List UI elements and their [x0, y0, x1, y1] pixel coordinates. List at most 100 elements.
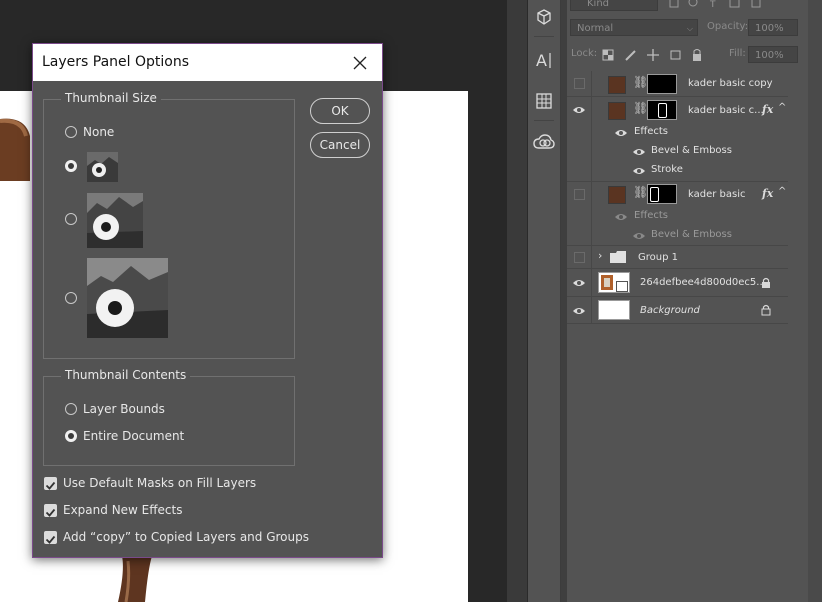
link-icon: ⛓	[633, 75, 649, 89]
panel-icon-strip: A	[528, 0, 561, 602]
close-icon	[353, 56, 367, 70]
layer-color-swatch	[608, 102, 626, 120]
lock-icons[interactable]	[602, 47, 712, 61]
fill-label: Fill:	[729, 48, 746, 59]
thumbnail-large-preview	[87, 258, 168, 338]
eye-icon	[573, 308, 585, 314]
fx-icon[interactable]: fx	[762, 103, 773, 116]
lock-label: Lock:	[571, 48, 598, 59]
checkbox-label: Expand New Effects	[63, 503, 183, 517]
visibility-toggle[interactable]	[567, 182, 592, 208]
eye-icon	[573, 107, 585, 113]
effects-group: Effects Bevel & Emboss	[567, 208, 788, 246]
eye-icon	[633, 233, 645, 239]
layer-thumbnail[interactable]	[598, 272, 630, 293]
checkbox-label: Add “copy” to Copied Layers and Groups	[63, 530, 309, 544]
visibility-toggle[interactable]	[567, 297, 592, 323]
layer-bounds-radio[interactable]	[65, 403, 77, 415]
expand-effects-checkbox[interactable]	[44, 504, 57, 517]
opacity-input[interactable]: 100%	[748, 19, 798, 36]
opacity-label: Opacity:	[707, 21, 749, 32]
dialog-titlebar[interactable]: Layers Panel Options	[33, 44, 382, 81]
layer-mask-thumbnail[interactable]	[647, 100, 677, 120]
visibility-toggle[interactable]	[567, 71, 592, 96]
fill-value: 100%	[755, 50, 784, 61]
layer-row[interactable]: ⛓ kader basic c... fx ^	[567, 97, 788, 124]
chevron-down-icon: ⌵	[686, 24, 693, 33]
radio-label: Entire Document	[83, 429, 185, 443]
collapse-arrow-icon[interactable]: ^	[778, 102, 786, 113]
radio-label: None	[83, 125, 115, 139]
thumbnail-small-radio[interactable]	[65, 160, 77, 172]
layer-mask-thumbnail[interactable]	[647, 74, 677, 94]
radio-label: Layer Bounds	[83, 402, 165, 416]
layer-name: 264defbee4d800d0ec5...	[640, 277, 766, 288]
group-title: Thumbnail Contents	[61, 368, 191, 382]
chevron-right-icon[interactable]: ›	[598, 249, 602, 262]
layer-color-swatch	[608, 186, 626, 204]
fx-icon[interactable]: fx	[762, 187, 773, 200]
layers-scrollbar[interactable]	[808, 0, 822, 602]
effects-eye-column	[567, 124, 592, 181]
default-masks-checkbox[interactable]	[44, 477, 57, 490]
layer-row[interactable]: Background	[567, 297, 788, 324]
link-icon: ⛓	[633, 185, 649, 199]
cancel-button[interactable]: Cancel	[310, 132, 370, 158]
entire-document-radio[interactable]	[65, 430, 77, 442]
layer-thumbnail[interactable]	[598, 300, 630, 320]
visibility-toggle[interactable]	[567, 97, 592, 124]
effects-eye-column	[567, 208, 592, 245]
dialog-title: Layers Panel Options	[42, 54, 190, 70]
layer-name: kader basic c...	[688, 105, 764, 116]
close-button[interactable]	[349, 52, 371, 74]
layer-row[interactable]: ⛓ kader basic fx ^	[567, 182, 788, 208]
layer-row[interactable]: 264defbee4d800d0ec5...	[567, 269, 788, 297]
thumbnail-contents-group	[43, 376, 295, 466]
layer-name: kader basic copy	[688, 78, 773, 89]
layer-mask-thumbnail[interactable]	[647, 184, 677, 204]
blend-mode-select[interactable]: Normal ⌵	[570, 19, 698, 36]
thumbnail-medium-preview	[87, 193, 143, 248]
layer-color-swatch	[608, 76, 626, 94]
lock-icon	[762, 277, 770, 288]
checkmark-icon	[45, 508, 56, 517]
thumbnail-size-group	[43, 99, 295, 359]
effect-item: Bevel & Emboss	[651, 229, 732, 240]
kind-filter[interactable]: Kind	[570, 0, 658, 11]
thumbnail-small-preview	[87, 152, 118, 182]
layer-row[interactable]: › Group 1	[567, 246, 788, 269]
layer-row[interactable]: ⛓ kader basic copy	[567, 71, 788, 97]
3d-cube-icon[interactable]	[531, 5, 557, 29]
lock-icon	[761, 304, 771, 316]
character-panel-icon[interactable]: A	[531, 48, 557, 72]
thumbnail-medium-radio[interactable]	[65, 213, 77, 225]
layer-name: Group 1	[638, 252, 678, 263]
collapse-arrow-icon[interactable]: ^	[778, 186, 786, 197]
blend-mode-value: Normal	[577, 23, 614, 34]
layer-name: kader basic	[688, 189, 746, 200]
group-title: Thumbnail Size	[61, 91, 161, 105]
effect-item: Bevel & Emboss	[651, 145, 732, 156]
filter-icons[interactable]: T	[668, 0, 793, 10]
panel-divider	[507, 0, 527, 602]
visibility-toggle[interactable]	[567, 269, 592, 296]
eye-icon	[573, 280, 585, 286]
fill-input[interactable]: 100%	[748, 46, 798, 63]
ok-button[interactable]: OK	[310, 98, 370, 124]
eye-icon	[615, 130, 627, 136]
grid-panel-icon[interactable]	[531, 89, 557, 113]
layers-panel-options-dialog: Layers Panel Options Thumbnail Size None…	[32, 43, 383, 558]
thumbnail-large-radio[interactable]	[65, 292, 77, 304]
checkmark-icon	[45, 481, 56, 490]
opacity-value: 100%	[755, 23, 784, 34]
creative-cloud-icon[interactable]	[531, 131, 557, 155]
effect-item: Stroke	[651, 164, 683, 175]
eye-icon	[615, 214, 627, 220]
visibility-toggle[interactable]	[567, 246, 592, 268]
effects-group: Effects Bevel & Emboss Stroke	[567, 124, 788, 182]
link-icon: ⛓	[633, 101, 649, 115]
add-copy-checkbox[interactable]	[44, 531, 57, 544]
thumbnail-none-radio[interactable]	[65, 126, 77, 138]
folder-icon	[610, 251, 626, 263]
layer-name: Background	[640, 305, 700, 316]
